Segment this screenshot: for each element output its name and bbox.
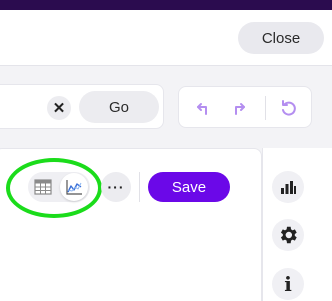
- sidebar-item-info[interactable]: i: [272, 268, 304, 300]
- redo-arrow-icon: [235, 103, 245, 115]
- close-icon: ✕: [52, 100, 66, 117]
- sidebar-item-settings[interactable]: [272, 219, 304, 251]
- gear-icon: [280, 226, 297, 244]
- sidebar-item-charts[interactable]: [272, 171, 304, 203]
- undo-arrow-icon: [197, 103, 207, 115]
- right-sidebar: i: [262, 148, 332, 301]
- table-icon: [34, 179, 52, 195]
- clear-search-button[interactable]: ✕: [47, 96, 71, 120]
- history-panel: [178, 86, 312, 128]
- more-dots-icon: ···: [107, 179, 125, 195]
- close-button[interactable]: Close: [238, 22, 324, 54]
- header-bar: Close: [0, 10, 332, 66]
- main-card: [0, 148, 262, 301]
- info-icon: i: [284, 272, 292, 296]
- undo-button[interactable]: [189, 94, 217, 122]
- chart-view-button[interactable]: [60, 173, 88, 201]
- table-view-button[interactable]: [29, 173, 57, 201]
- history-divider: [265, 96, 266, 120]
- bar-chart-icon: [281, 181, 296, 194]
- save-button[interactable]: Save: [148, 172, 230, 202]
- redo-button[interactable]: [225, 94, 253, 122]
- reset-button[interactable]: [274, 94, 302, 122]
- view-toggle: [28, 172, 90, 202]
- rotate-ccw-icon: [282, 100, 296, 116]
- search-panel: ✕ Go: [0, 84, 164, 129]
- more-options-button[interactable]: ···: [101, 172, 131, 202]
- go-button[interactable]: Go: [79, 91, 159, 123]
- toolbar-divider: [139, 172, 140, 202]
- top-strip: [0, 0, 332, 10]
- line-chart-icon: [66, 180, 82, 195]
